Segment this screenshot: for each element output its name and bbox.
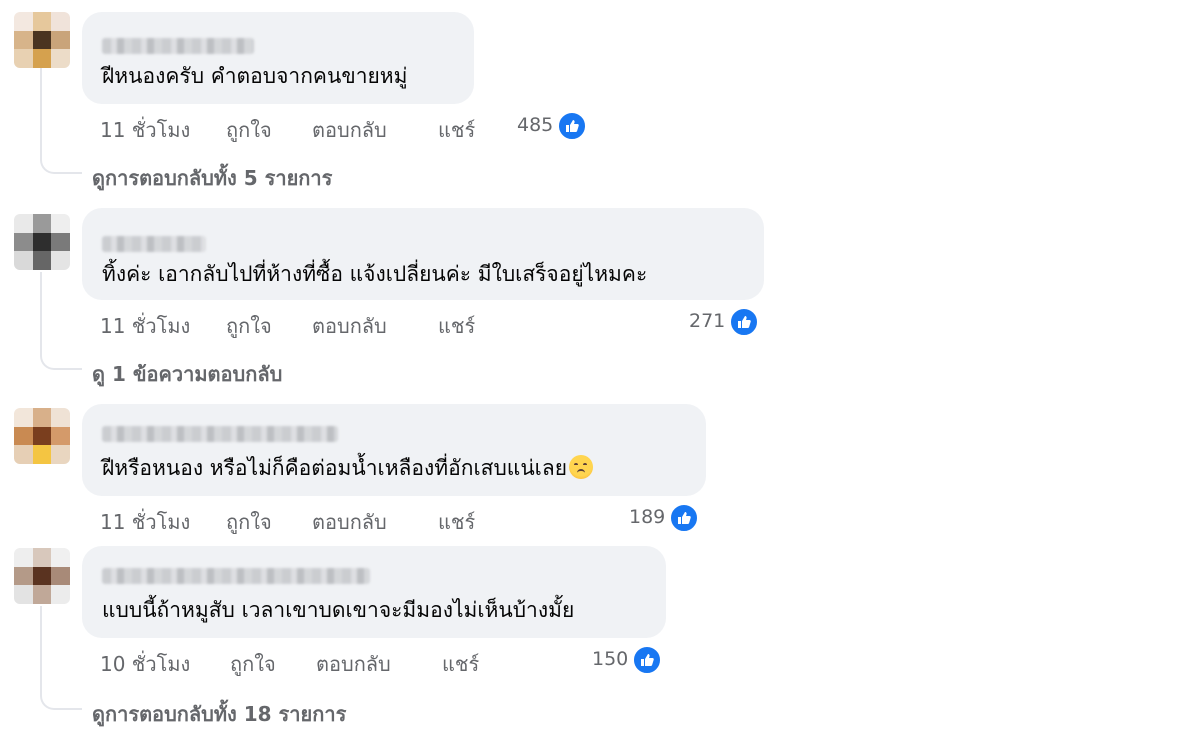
share-link[interactable]: แชร์ — [438, 310, 475, 342]
share-link[interactable]: แชร์ — [438, 506, 475, 538]
author-name-blurred[interactable] — [102, 568, 370, 584]
reaction-count[interactable]: 150 — [592, 648, 628, 670]
author-name-blurred[interactable] — [102, 38, 254, 54]
comment-text: ฝีหรือหนอง หรือไม่ก็คือต่อมน้ำเหลืองที่อ… — [102, 454, 594, 482]
comment-text-body: ฝีหรือหนอง หรือไม่ก็คือต่อมน้ำเหลืองที่อ… — [102, 456, 568, 480]
timestamp[interactable]: 11 ชั่วโมง — [100, 506, 190, 538]
author-name-blurred[interactable] — [102, 236, 206, 252]
reply-link[interactable]: ตอบกลับ — [316, 648, 391, 680]
view-replies-link[interactable]: ดูการตอบกลับทั้ง 18 รายการ — [92, 698, 346, 730]
thread-curve — [40, 692, 82, 710]
comment-bubble: ฝีหรือหนอง หรือไม่ก็คือต่อมน้ำเหลืองที่อ… — [82, 404, 706, 496]
like-link[interactable]: ถูกใจ — [226, 506, 272, 538]
reply-link[interactable]: ตอบกลับ — [312, 114, 387, 146]
like-link[interactable]: ถูกใจ — [226, 114, 272, 146]
timestamp[interactable]: 10 ชั่วโมง — [100, 648, 190, 680]
reaction-count[interactable]: 485 — [517, 114, 553, 136]
like-link[interactable]: ถูกใจ — [226, 310, 272, 342]
reaction-count[interactable]: 271 — [689, 310, 725, 332]
like-thumb-icon[interactable] — [729, 307, 759, 337]
thread-curve — [40, 156, 82, 174]
timestamp[interactable]: 11 ชั่วโมง — [100, 114, 190, 146]
avatar[interactable] — [14, 214, 70, 270]
comment-actions: 10 ชั่วโมง ถูกใจ ตอบกลับ แชร์ 150 — [100, 648, 700, 678]
comment-text: ฝีหนองครับ คำตอบจากคนขายหมู่ — [102, 64, 408, 88]
reply-link[interactable]: ตอบกลับ — [312, 506, 387, 538]
thread-curve — [40, 352, 82, 370]
author-name-blurred[interactable] — [102, 426, 338, 442]
comment-text: แบบนี้ถ้าหมูสับ เวลาเขาบดเขาจะมีมองไม่เห… — [102, 598, 575, 622]
comment-actions: 11 ชั่วโมง ถูกใจ ตอบกลับ แชร์ 189 — [100, 506, 700, 536]
reply-link[interactable]: ตอบกลับ — [312, 310, 387, 342]
share-link[interactable]: แชร์ — [438, 114, 475, 146]
avatar[interactable] — [14, 12, 70, 68]
sick-face-emoji-icon — [569, 455, 594, 479]
comment-bubble: ทิ้งค่ะ เอากลับไปที่ห้างที่ซื้อ แจ้งเปลี… — [82, 208, 764, 300]
comment-actions: 11 ชั่วโมง ถูกใจ ตอบกลับ แชร์ 271 — [100, 310, 800, 340]
comment-text: ทิ้งค่ะ เอากลับไปที่ห้างที่ซื้อ แจ้งเปลี… — [102, 262, 648, 286]
comment-bubble: แบบนี้ถ้าหมูสับ เวลาเขาบดเขาจะมีมองไม่เห… — [82, 546, 666, 638]
thread-line — [40, 272, 42, 354]
avatar[interactable] — [14, 548, 70, 604]
like-thumb-icon[interactable] — [632, 645, 662, 675]
comment-bubble: ฝีหนองครับ คำตอบจากคนขายหมู่ — [82, 12, 474, 104]
view-replies-link[interactable]: ดูการตอบกลับทั้ง 5 รายการ — [92, 162, 332, 194]
like-thumb-icon[interactable] — [669, 503, 699, 533]
share-link[interactable]: แชร์ — [442, 648, 479, 680]
comment-actions: 11 ชั่วโมง ถูกใจ ตอบกลับ แชร์ 485 — [100, 114, 600, 144]
thread-line — [40, 66, 42, 158]
timestamp[interactable]: 11 ชั่วโมง — [100, 310, 190, 342]
thread-line — [40, 606, 42, 694]
like-thumb-icon[interactable] — [557, 111, 587, 141]
view-replies-link[interactable]: ดู 1 ข้อความตอบกลับ — [92, 358, 282, 390]
reaction-count[interactable]: 189 — [629, 506, 665, 528]
avatar[interactable] — [14, 408, 70, 464]
like-link[interactable]: ถูกใจ — [230, 648, 276, 680]
